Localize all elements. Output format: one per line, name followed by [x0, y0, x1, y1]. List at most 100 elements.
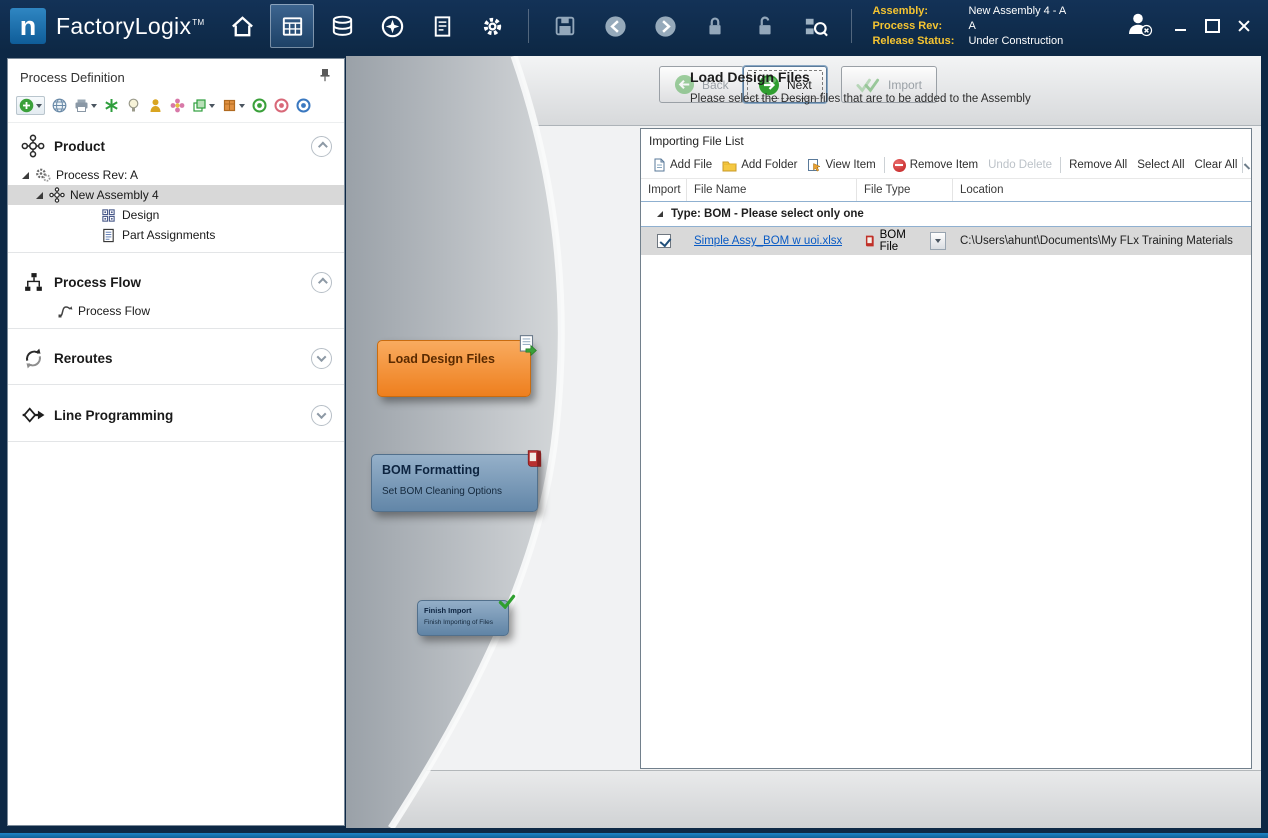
add-icon — [19, 98, 34, 113]
file-type-dropdown[interactable] — [930, 232, 946, 250]
clear-all-button[interactable]: Clear All — [1190, 157, 1243, 173]
add-file-button[interactable]: Add File — [647, 156, 717, 174]
section-reroutes-label: Reroutes — [54, 351, 311, 366]
status-blue-button[interactable] — [296, 98, 311, 113]
collapse-down-arrow-icon[interactable] — [311, 405, 332, 426]
file-name-link[interactable]: Simple Assy_BOM w uoi.xlsx — [694, 235, 842, 247]
expander-expanded-icon[interactable] — [22, 172, 29, 179]
lamp-button[interactable] — [126, 98, 141, 113]
home-button[interactable] — [220, 4, 264, 48]
save-button[interactable] — [543, 4, 587, 48]
tree-item-label: Process Flow — [78, 304, 150, 318]
release-status-label: Release Status: — [872, 34, 960, 49]
view-item-button[interactable]: View Item — [802, 156, 880, 174]
process-search-icon — [802, 13, 829, 40]
status-green-button[interactable] — [252, 98, 267, 113]
bom-file-icon — [864, 234, 876, 248]
print-icon — [74, 98, 89, 113]
tree-item-label: Part Assignments — [122, 228, 215, 242]
wizard-step-bom-formatting[interactable]: BOM Formatting Set BOM Cleaning Options — [371, 454, 538, 512]
maximize-button[interactable] — [1204, 18, 1220, 34]
unlock-button[interactable] — [743, 4, 787, 48]
collapse-down-arrow-icon[interactable] — [311, 348, 332, 369]
document-icon — [100, 228, 117, 243]
section-line-programming[interactable]: Line Programming — [8, 392, 344, 434]
design-icon — [100, 208, 117, 223]
sync-button[interactable] — [104, 98, 119, 113]
panel-title: Process Definition — [20, 70, 125, 85]
pin-icon[interactable] — [318, 68, 332, 87]
column-location[interactable]: Location — [953, 179, 1251, 201]
tree-item-process-rev[interactable]: Process Rev: A — [8, 165, 344, 185]
view-item-label: View Item — [825, 159, 875, 171]
close-button[interactable] — [1236, 18, 1252, 34]
print-button[interactable] — [74, 98, 97, 113]
lock-button[interactable] — [693, 4, 737, 48]
undo-delete-label: Undo Delete — [988, 159, 1052, 171]
tree-item-process-flow[interactable]: Process Flow — [8, 301, 344, 321]
add-new-button[interactable] — [16, 96, 45, 115]
section-process-flow[interactable]: Process Flow — [8, 260, 344, 301]
column-import[interactable]: Import — [641, 179, 687, 201]
collapse-toolbar-icon[interactable] — [1244, 163, 1250, 169]
wizard-step-title: Load Design Files — [378, 341, 530, 366]
main-toolbar — [220, 4, 860, 48]
collapse-up-arrow-icon[interactable] — [311, 272, 332, 293]
settings-button[interactable] — [470, 4, 514, 48]
remove-item-button[interactable]: Remove Item — [888, 157, 983, 174]
back-nav-button[interactable] — [593, 4, 637, 48]
wizard-step-finish-import[interactable]: Finish Import Finish Importing of Files — [417, 600, 509, 636]
package-icon — [222, 98, 237, 113]
status-red-button[interactable] — [274, 98, 289, 113]
group-expander-icon[interactable] — [657, 211, 663, 217]
wizard-footer-bar — [346, 770, 1261, 828]
dropdown-caret-icon — [209, 104, 215, 108]
wizard-step-load-design-files[interactable]: Load Design Files — [377, 340, 531, 397]
status-blue-icon — [296, 98, 311, 113]
toolbar-divider — [851, 9, 852, 43]
select-all-label: Select All — [1137, 159, 1184, 171]
section-reroutes[interactable]: Reroutes — [8, 336, 344, 377]
process-editor-button[interactable] — [270, 4, 314, 48]
section-product[interactable]: Product — [8, 123, 344, 165]
column-file-name[interactable]: File Name — [687, 179, 857, 201]
dropdown-caret-icon — [36, 104, 42, 108]
home-icon — [229, 13, 256, 40]
minimize-button[interactable] — [1172, 18, 1188, 34]
flower-button[interactable] — [170, 98, 185, 113]
expander-expanded-icon[interactable] — [36, 192, 43, 199]
tree-item-part-assignments[interactable]: Part Assignments — [8, 225, 344, 245]
separator — [8, 252, 344, 253]
reroutes-icon — [20, 347, 46, 370]
file-row[interactable]: Simple Assy_BOM w uoi.xlsx BOM File C:\U… — [641, 227, 1251, 255]
assembly-icon — [48, 187, 65, 203]
reports-button[interactable] — [420, 4, 464, 48]
collapse-up-arrow-icon[interactable] — [311, 136, 332, 157]
add-folder-button[interactable]: Add Folder — [717, 157, 802, 174]
package-button[interactable] — [222, 98, 245, 113]
tree-item-design[interactable]: Design — [8, 205, 344, 225]
save-icon — [552, 13, 578, 39]
group-row-bom[interactable]: Type: BOM - Please select only one — [641, 202, 1251, 227]
export-button[interactable] — [192, 98, 215, 113]
process-editor-icon — [279, 13, 306, 40]
production-button[interactable] — [370, 4, 414, 48]
tree-item-new-assembly[interactable]: New Assembly 4 — [8, 185, 344, 205]
forward-nav-button[interactable] — [643, 4, 687, 48]
column-file-type[interactable]: File Type — [857, 179, 953, 201]
remove-item-label: Remove Item — [910, 159, 978, 171]
web-link-button[interactable] — [52, 98, 67, 113]
view-item-icon — [807, 158, 821, 172]
tree-item-label: Design — [122, 208, 159, 222]
window-controls — [1172, 18, 1252, 34]
materials-button[interactable] — [320, 4, 364, 48]
import-checkbox[interactable] — [657, 234, 671, 248]
remove-all-button[interactable]: Remove All — [1064, 157, 1132, 173]
user-logout-button[interactable] — [1124, 10, 1154, 43]
gears-icon — [34, 167, 51, 183]
award-button[interactable] — [148, 98, 163, 113]
select-all-button[interactable]: Select All — [1132, 157, 1189, 173]
undo-delete-button[interactable]: Undo Delete — [983, 157, 1057, 173]
file-type-value: BOM File — [880, 229, 926, 253]
process-search-button[interactable] — [793, 4, 837, 48]
